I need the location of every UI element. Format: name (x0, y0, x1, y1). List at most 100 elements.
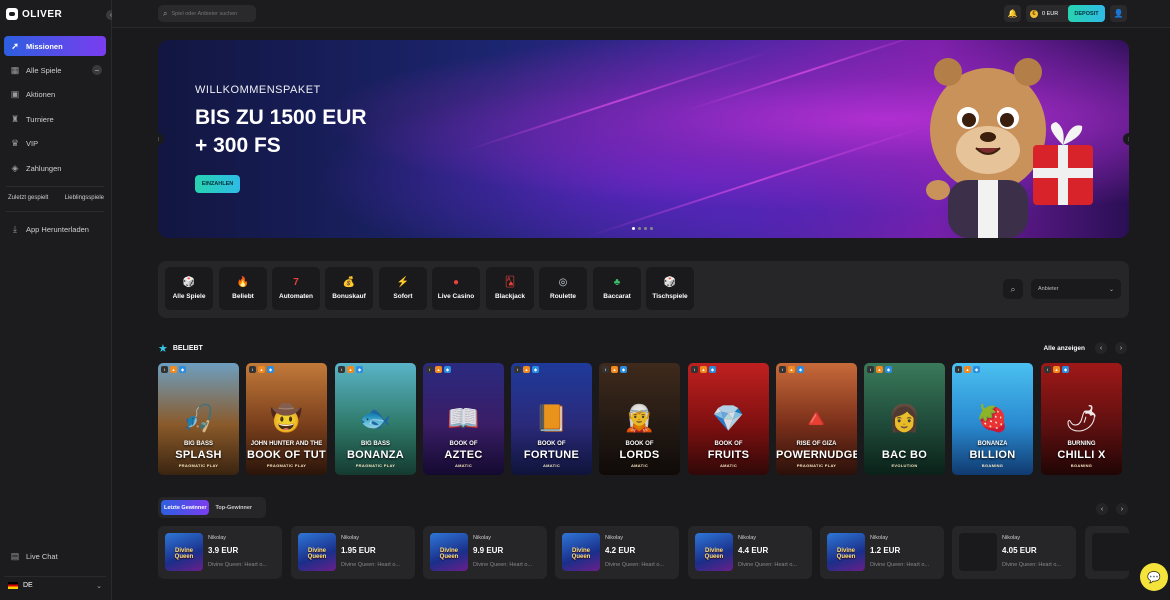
game-title-main: BAC BO (881, 449, 928, 461)
fire-icon: 🔥 (236, 276, 250, 288)
category-beliebt[interactable]: 🔥 Beliebt (219, 267, 267, 310)
game-tile[interactable]: i ▲ ◆ 🍓 BONANZA BILLION BGAMING (952, 363, 1033, 475)
game-thumbnail: Divine Queen (695, 533, 733, 571)
category-sofort[interactable]: ⚡ Sofort (379, 267, 427, 310)
feature-icon: ◆ (620, 366, 627, 373)
game-tile[interactable]: i ▲ ◆ 🧝 BOOK OF LORDS AMATIC (599, 363, 680, 475)
game-badges: i ▲ ◆ (161, 366, 186, 373)
winners-next-button[interactable]: › (1116, 503, 1128, 515)
dice-icon: 🎲 (182, 276, 196, 288)
info-icon[interactable]: i (514, 366, 521, 373)
category-tischspiele[interactable]: 🎲 Tischspiele (646, 267, 694, 310)
hero-prev-button[interactable]: ‹ (158, 133, 164, 145)
game-tile[interactable]: i ▲ ◆ 🌶 BURNING CHILLI X BGAMING (1041, 363, 1122, 475)
user-menu-button[interactable]: 👤 (1110, 5, 1127, 22)
info-icon[interactable]: i (161, 366, 168, 373)
info-icon[interactable]: i (249, 366, 256, 373)
category-label: Alle Spiele (172, 292, 206, 300)
info-icon[interactable]: i (955, 366, 962, 373)
show-all-link[interactable]: Alle anzeigen (1043, 345, 1085, 352)
winner-card[interactable]: Divine Queen Nikolay 1.2 EUR Divine Queen: … (820, 526, 944, 579)
winner-card[interactable]: Divine Queen Nikolay 9.9 EUR Divine Queen: … (423, 526, 547, 579)
game-tile[interactable]: i ▲ ◆ 💎 BOOK OF FRUITS AMATIC (688, 363, 769, 475)
carousel-dot[interactable] (638, 227, 641, 230)
winner-card[interactable]: Divine Queen Nikolay 1.95 EUR Divine Queen:… (291, 526, 415, 579)
hot-icon: ▲ (876, 366, 883, 373)
sidebar-item-alle-spiele[interactable]: ▦ Alle Spiele − (4, 60, 106, 80)
carousel-dot[interactable] (650, 227, 653, 230)
sidebar-item-vip[interactable]: ♛ VIP (4, 133, 106, 153)
carousel-dot[interactable] (632, 227, 635, 230)
favorites-link[interactable]: Lieblingsspiele (65, 195, 104, 201)
carousel-dot[interactable] (644, 227, 647, 230)
hot-icon: ▲ (700, 366, 707, 373)
expand-icon[interactable]: − (92, 65, 102, 75)
hero-banner[interactable]: WILLKOMMENSPAKET BIS ZU 1500 EUR + 300 F… (158, 40, 1129, 238)
category-alle-spiele[interactable]: 🎲 Alle Spiele (165, 267, 213, 310)
game-tile[interactable]: i ▲ ◆ 🎣 BIG BASS SPLASH PRAGMATIC PLAY (158, 363, 239, 475)
language-select[interactable]: DE ⌄ (4, 576, 106, 594)
game-tile[interactable]: i ▲ ◆ 🐟 BIG BASS BONANZA PRAGMATIC PLAY (335, 363, 416, 475)
game-search-button[interactable]: ⌕ (1003, 279, 1023, 299)
hot-icon: ▲ (1053, 366, 1060, 373)
sidebar-item-missionen[interactable]: ➚ Missionen (4, 36, 106, 56)
winner-card[interactable]: Divine Queen Nikolay 3.9 EUR Divine Queen: … (158, 526, 282, 579)
thumbnail-title: Divine Queen (836, 548, 856, 560)
app-download-button[interactable]: ⤓ App Herunterladen (4, 219, 106, 239)
sidebar-item-zahlungen[interactable]: ◈ Zahlungen (4, 158, 106, 178)
search-box[interactable]: ⌕ (158, 5, 256, 22)
next-page-button[interactable]: › (1115, 342, 1127, 354)
search-input[interactable] (171, 10, 252, 17)
game-provider: AMATIC (630, 463, 649, 468)
roulette-icon: ◎ (558, 276, 568, 288)
winner-card[interactable]: Nikolay 4.05 EUR Divine Queen: Heart o... (952, 526, 1076, 579)
game-tile[interactable]: i ▲ ◆ 👩 BAC BO EVOLUTION (864, 363, 945, 475)
deposit-button[interactable]: DEPOSIT (1068, 5, 1105, 22)
info-icon[interactable]: i (426, 366, 433, 373)
provider-select[interactable]: Anbieter ⌄ (1031, 279, 1121, 299)
game-badges: i ▲ ◆ (955, 366, 980, 373)
deposit-cta-button[interactable]: EINZAHLEN (195, 175, 240, 193)
winner-card[interactable]: Divine Queen Nikolay 4.2 EUR Divine Queen: … (555, 526, 679, 579)
game-tile[interactable]: i ▲ ◆ 🤠 JOHN HUNTER AND THE BOOK OF TUT PRAGMA… (246, 363, 327, 475)
prev-page-button[interactable]: ‹ (1095, 342, 1107, 354)
brand-logo[interactable]: OLIVER (6, 8, 62, 20)
sidebar-item-aktionen[interactable]: ▣ Aktionen (4, 84, 106, 104)
notifications-button[interactable]: 🔔 (1004, 5, 1021, 22)
feature-icon: ◆ (1062, 366, 1069, 373)
category-live-casino[interactable]: ● Live Casino (432, 267, 480, 310)
winner-amount: 4.2 EUR (605, 546, 636, 555)
winners-prev-button[interactable]: ‹ (1096, 503, 1108, 515)
sidebar-item-label: Aktionen (26, 89, 56, 99)
grid-icon: ▦ (10, 64, 20, 75)
rocket-icon: ➚ (11, 40, 19, 51)
winner-card-partial[interactable] (1085, 526, 1130, 579)
game-tile[interactable]: i ▲ ◆ 📙 BOOK OF FORTUNE AMATIC (511, 363, 592, 475)
tab-top-winners[interactable]: Top-Gewinner (212, 500, 255, 515)
info-icon[interactable]: i (338, 366, 345, 373)
chat-widget-button[interactable]: 💬 (1140, 563, 1168, 591)
category-roulette[interactable]: ◎ Roulette (539, 267, 587, 310)
info-icon[interactable]: i (602, 366, 609, 373)
info-icon[interactable]: i (1044, 366, 1051, 373)
game-thumbnail (959, 533, 997, 571)
live-chat-button[interactable]: ▤ Live Chat (4, 546, 106, 566)
info-icon[interactable]: i (691, 366, 698, 373)
game-artwork: 🐟 (359, 403, 392, 433)
category-blackjack[interactable]: 🂡 Blackjack (486, 267, 534, 310)
game-tile[interactable]: i ▲ ◆ 📖 BOOK OF AZTEC AMATIC (423, 363, 504, 475)
game-tile[interactable]: i ▲ ◆ 🔺 RISE OF GIZA POWERNUDGE PRAGMATIC PLAY (776, 363, 857, 475)
recent-links: Zuletzt gespielt Lieblingsspiele (8, 195, 104, 201)
winner-card[interactable]: Divine Queen Nikolay 4.4 EUR Divine Queen: … (688, 526, 812, 579)
sidebar-item-turniere[interactable]: ♜ Turniere (4, 109, 106, 129)
category-baccarat[interactable]: ♣ Baccarat (593, 267, 641, 310)
info-icon[interactable]: i (779, 366, 786, 373)
category-automaten[interactable]: 7 Automaten (272, 267, 320, 310)
recently-played-link[interactable]: Zuletzt gespielt (8, 195, 48, 201)
hero-next-button[interactable]: › (1123, 133, 1129, 145)
tab-latest-winners[interactable]: Letzte Gewinner (161, 500, 210, 515)
user-icon: 👤 (1113, 9, 1124, 18)
game-provider: PRAGMATIC PLAY (266, 463, 307, 468)
info-icon[interactable]: i (867, 366, 874, 373)
category-bonuskauf[interactable]: 💰 Bonuskauf (325, 267, 373, 310)
